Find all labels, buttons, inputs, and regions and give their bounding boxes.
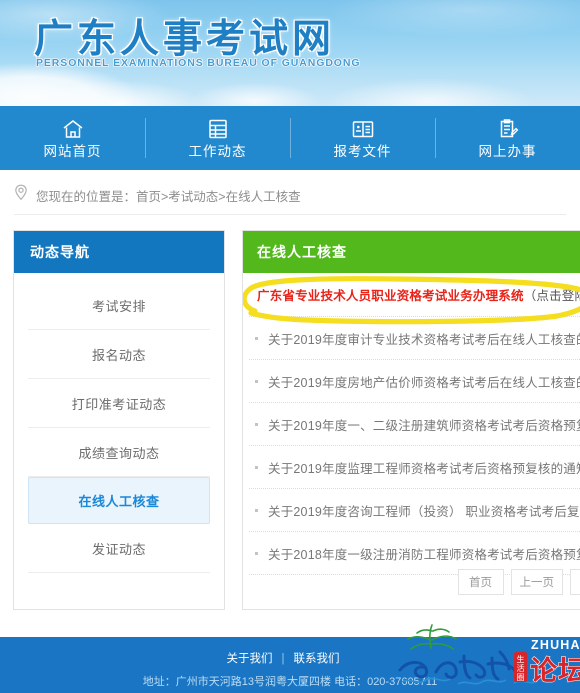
bullet-icon <box>255 465 258 469</box>
nav-item-online-services[interactable]: 网上办事 <box>435 106 580 170</box>
breadcrumb: 您现在的位置是：首页>考试动态>在线人工核查 <box>14 184 301 206</box>
nav-label-home: 网站首页 <box>43 143 102 159</box>
book-icon <box>351 118 375 140</box>
list-item[interactable]: 关于2019年度一、二级注册建筑师资格考试考后资格预复核的通知 <box>249 403 580 446</box>
nav-item-documents[interactable]: 报考文件 <box>290 106 435 170</box>
site-subtitle: PERSONNEL EXAMINATIONS BUREAU OF GUANGDO… <box>36 57 361 69</box>
nav-label-online-services: 网上办事 <box>478 143 537 159</box>
footer-link-contact[interactable]: 联系我们 <box>294 653 340 665</box>
breadcrumb-text: 您现在的位置是：首页>考试动态>在线人工核查 <box>36 189 301 204</box>
sidebar-item-label: 成绩查询动态 <box>78 445 160 461</box>
sidebar-item-print-admission-ticket[interactable]: 打印准考证动态 <box>28 379 210 428</box>
sidebar-item-registration-updates[interactable]: 报名动态 <box>28 330 210 379</box>
table-icon <box>207 118 229 140</box>
news-title: 关于2019年度房地产估价师资格考试考后在线人工核查的通知 <box>268 375 580 390</box>
nav-label-documents: 报考文件 <box>333 143 392 159</box>
footer-link-separator: | <box>281 653 285 665</box>
sidebar-item-label: 发证动态 <box>91 541 146 557</box>
pagination: 首页 上一页 <box>457 569 580 595</box>
bullet-icon <box>255 551 258 555</box>
news-title: 关于2019年度一、二级注册建筑师资格考试考后资格预复核的通知 <box>268 418 580 433</box>
site-title: 广东人事考试网 <box>34 18 336 61</box>
site-footer: 关于我们 | 联系我们 地址：广州市天河路13号润粤大厦四楼 电话：020-3760… <box>0 637 580 693</box>
sidebar-panel: 动态导航 考试安排 报名动态 打印准考证动态 成绩查询动态 在线人工核查 发证动… <box>13 230 225 610</box>
featured-news-item[interactable]: 广东省专业技术人员职业资格考试业务办理系统（点击登陆在线人 <box>249 273 580 317</box>
sidebar-item-label: 考试安排 <box>91 298 146 314</box>
sidebar-title: 动态导航 <box>14 231 224 273</box>
site-banner: 广东人事考试网 PERSONNEL EXAMINATIONS BUREAU OF… <box>0 0 580 106</box>
nav-label-work-updates: 工作动态 <box>188 143 247 159</box>
pagination-prev-button[interactable]: 上一页 <box>510 569 563 595</box>
sidebar-item-score-query[interactable]: 成绩查询动态 <box>28 428 210 477</box>
sidebar-list: 考试安排 报名动态 打印准考证动态 成绩查询动态 在线人工核查 发证动态 <box>14 273 224 573</box>
page-root: 广东人事考试网 PERSONNEL EXAMINATIONS BUREAU OF… <box>0 0 580 693</box>
featured-link-text: 广东省专业技术人员职业资格考试业务办理系统 <box>257 289 524 303</box>
nav-item-work-updates[interactable]: 工作动态 <box>145 106 290 170</box>
news-list: 广东省专业技术人员职业资格考试业务办理系统（点击登陆在线人 关于2019年度审计… <box>243 273 580 575</box>
footer-address: 地址：广州市天河路13号润粤大厦四楼 电话：020-37605711 <box>142 676 438 688</box>
breadcrumb-divider <box>14 214 566 215</box>
sidebar-item-exam-schedule[interactable]: 考试安排 <box>28 281 210 330</box>
footer-link-about[interactable]: 关于我们 <box>227 653 273 665</box>
location-pin-icon <box>14 184 28 206</box>
pagination-next-button[interactable] <box>570 569 580 595</box>
sidebar-item-label: 在线人工核查 <box>78 494 160 509</box>
bullet-icon <box>255 422 258 426</box>
featured-link[interactable]: 广东省专业技术人员职业资格考试业务办理系统（点击登陆在线人 <box>249 285 580 304</box>
bullet-icon <box>255 508 258 512</box>
news-title: 关于2019年度审计专业技术资格考试考后在线人工核查的通知 <box>268 332 580 347</box>
pagination-first-button[interactable]: 首页 <box>457 569 504 595</box>
list-item[interactable]: 关于2019年度咨询工程师（投资） 职业资格考试考后复核收表的 <box>249 489 580 532</box>
main-navigation: 网站首页 工作动态 报考文件 网上办事 <box>0 106 580 170</box>
bullet-icon <box>255 379 258 383</box>
featured-link-suffix: （点击登陆在线人 <box>523 289 580 303</box>
breadcrumb-bar: 您现在的位置是：首页>考试动态>在线人工核查 <box>0 170 580 218</box>
sidebar-item-label: 报名动态 <box>91 347 146 363</box>
nav-item-home[interactable]: 网站首页 <box>0 106 145 170</box>
sidebar-item-online-manual-review[interactable]: 在线人工核查 <box>28 477 210 524</box>
list-item[interactable]: 关于2019年度房地产估价师资格考试考后在线人工核查的通知 <box>249 360 580 403</box>
news-title: 关于2019年度咨询工程师（投资） 职业资格考试考后复核收表的 <box>268 504 580 519</box>
bullet-icon <box>255 336 258 340</box>
news-title: 关于2018年度一级注册消防工程师资格考试考后资格预复核的通知 <box>268 547 580 562</box>
list-item[interactable]: 关于2019年度监理工程师资格考试考后资格预复核的通知 <box>249 446 580 489</box>
sidebar-item-certificate-issuance[interactable]: 发证动态 <box>28 524 210 573</box>
content-title: 在线人工核查 <box>243 231 580 273</box>
news-title: 关于2019年度监理工程师资格考试考后资格预复核的通知 <box>268 461 580 476</box>
footer-links: 关于我们 | 联系我们 <box>0 650 580 666</box>
sidebar-item-label: 打印准考证动态 <box>71 396 167 412</box>
home-icon <box>61 118 85 140</box>
content-panel: 在线人工核查 广东省专业技术人员职业资格考试业务办理系统（点击登陆在线人 关于2… <box>242 230 580 610</box>
clipboard-pen-icon <box>497 118 519 140</box>
list-item[interactable]: 关于2019年度审计专业技术资格考试考后在线人工核查的通知 <box>249 317 580 360</box>
